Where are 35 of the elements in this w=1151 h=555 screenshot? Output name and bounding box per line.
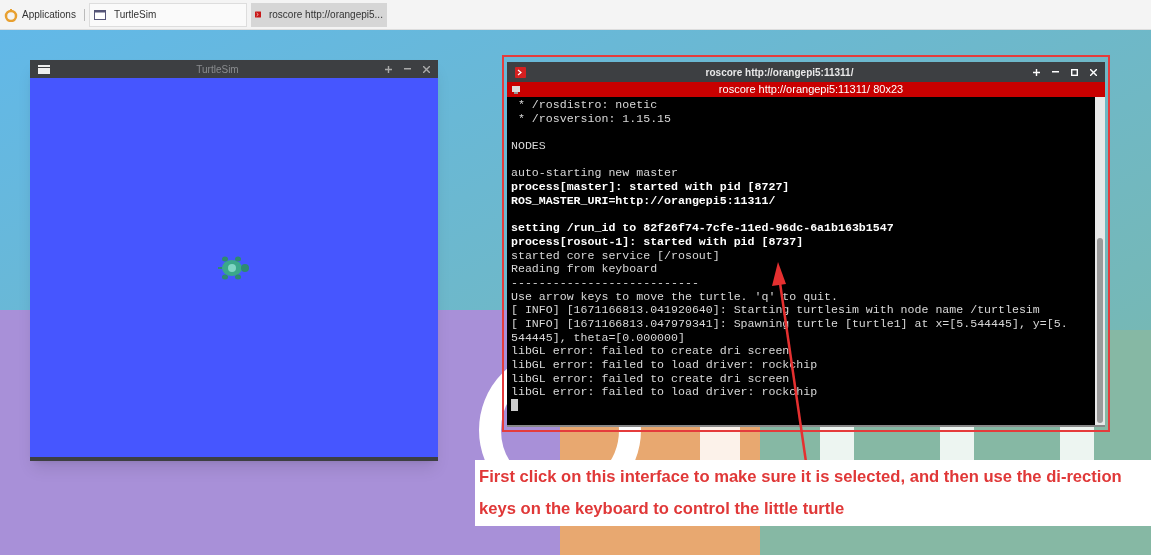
terminal-tab-icon	[511, 84, 521, 95]
terminal-line: process[master]: started with pid [8727]	[511, 180, 790, 194]
text-cursor	[511, 399, 518, 412]
terminal-line: Use arrow keys to move the turtle. 'q' to quit.	[511, 289, 838, 303]
taskbar-button[interactable]: TurtleSim	[88, 2, 247, 27]
scrollbar[interactable]	[1095, 97, 1105, 425]
window-title: TurtleSim	[195, 62, 240, 77]
terminal-line: libGL error: failed to create dri screen	[511, 344, 790, 358]
fruit-icon	[4, 7, 18, 22]
close-icon[interactable]	[423, 65, 430, 73]
window-icon	[38, 64, 50, 74]
terminal-line: NODES	[511, 139, 546, 153]
window-title: roscore http://orangepi5:11311/	[704, 65, 855, 80]
terminal-line: setting /run_id to 82f26f74-7cfe-11ed-96dc-6a1b163b1547	[511, 221, 894, 235]
terminal-line: libGL error: failed to create dri screen	[511, 371, 790, 385]
annotation-text: First click on this interface to make sure it is selected, and then use the di-rection keys on the keyboard to control the little turtle	[479, 466, 1123, 520]
terminal-icon	[515, 66, 526, 78]
taskbar-button[interactable]: roscore http://orangepi5...	[250, 2, 387, 27]
maximize-icon[interactable]	[1071, 68, 1078, 76]
terminal-tab[interactable]: roscore http://orangepi5:11311/ 80x23	[507, 82, 1105, 97]
terminal-line: 544445], theta=[0.000000]	[511, 330, 685, 344]
window-icon	[93, 9, 106, 20]
terminal-line: process[rosout-1]: started with pid [8737]	[511, 234, 804, 248]
terminal-line: started core service [/rosout]	[511, 248, 720, 262]
terminal-line: ROS_MASTER_URI=http://orangepi5:11311/	[511, 193, 776, 207]
turtle-icon	[216, 256, 250, 280]
applications-menu[interactable]: Applications	[4, 7, 80, 22]
terminal-line: Reading from keyboard	[511, 262, 658, 276]
terminal-line: auto-starting new master	[511, 166, 678, 180]
terminal-line: ---------------------------	[511, 275, 699, 289]
pin-icon[interactable]	[385, 65, 392, 73]
terminal-icon	[254, 9, 261, 20]
terminal-line: * /rosversion: 1.15.15	[516, 111, 672, 125]
minimize-icon[interactable]	[1052, 71, 1059, 73]
terminal-line: * /rosdistro: noetic	[516, 98, 658, 111]
